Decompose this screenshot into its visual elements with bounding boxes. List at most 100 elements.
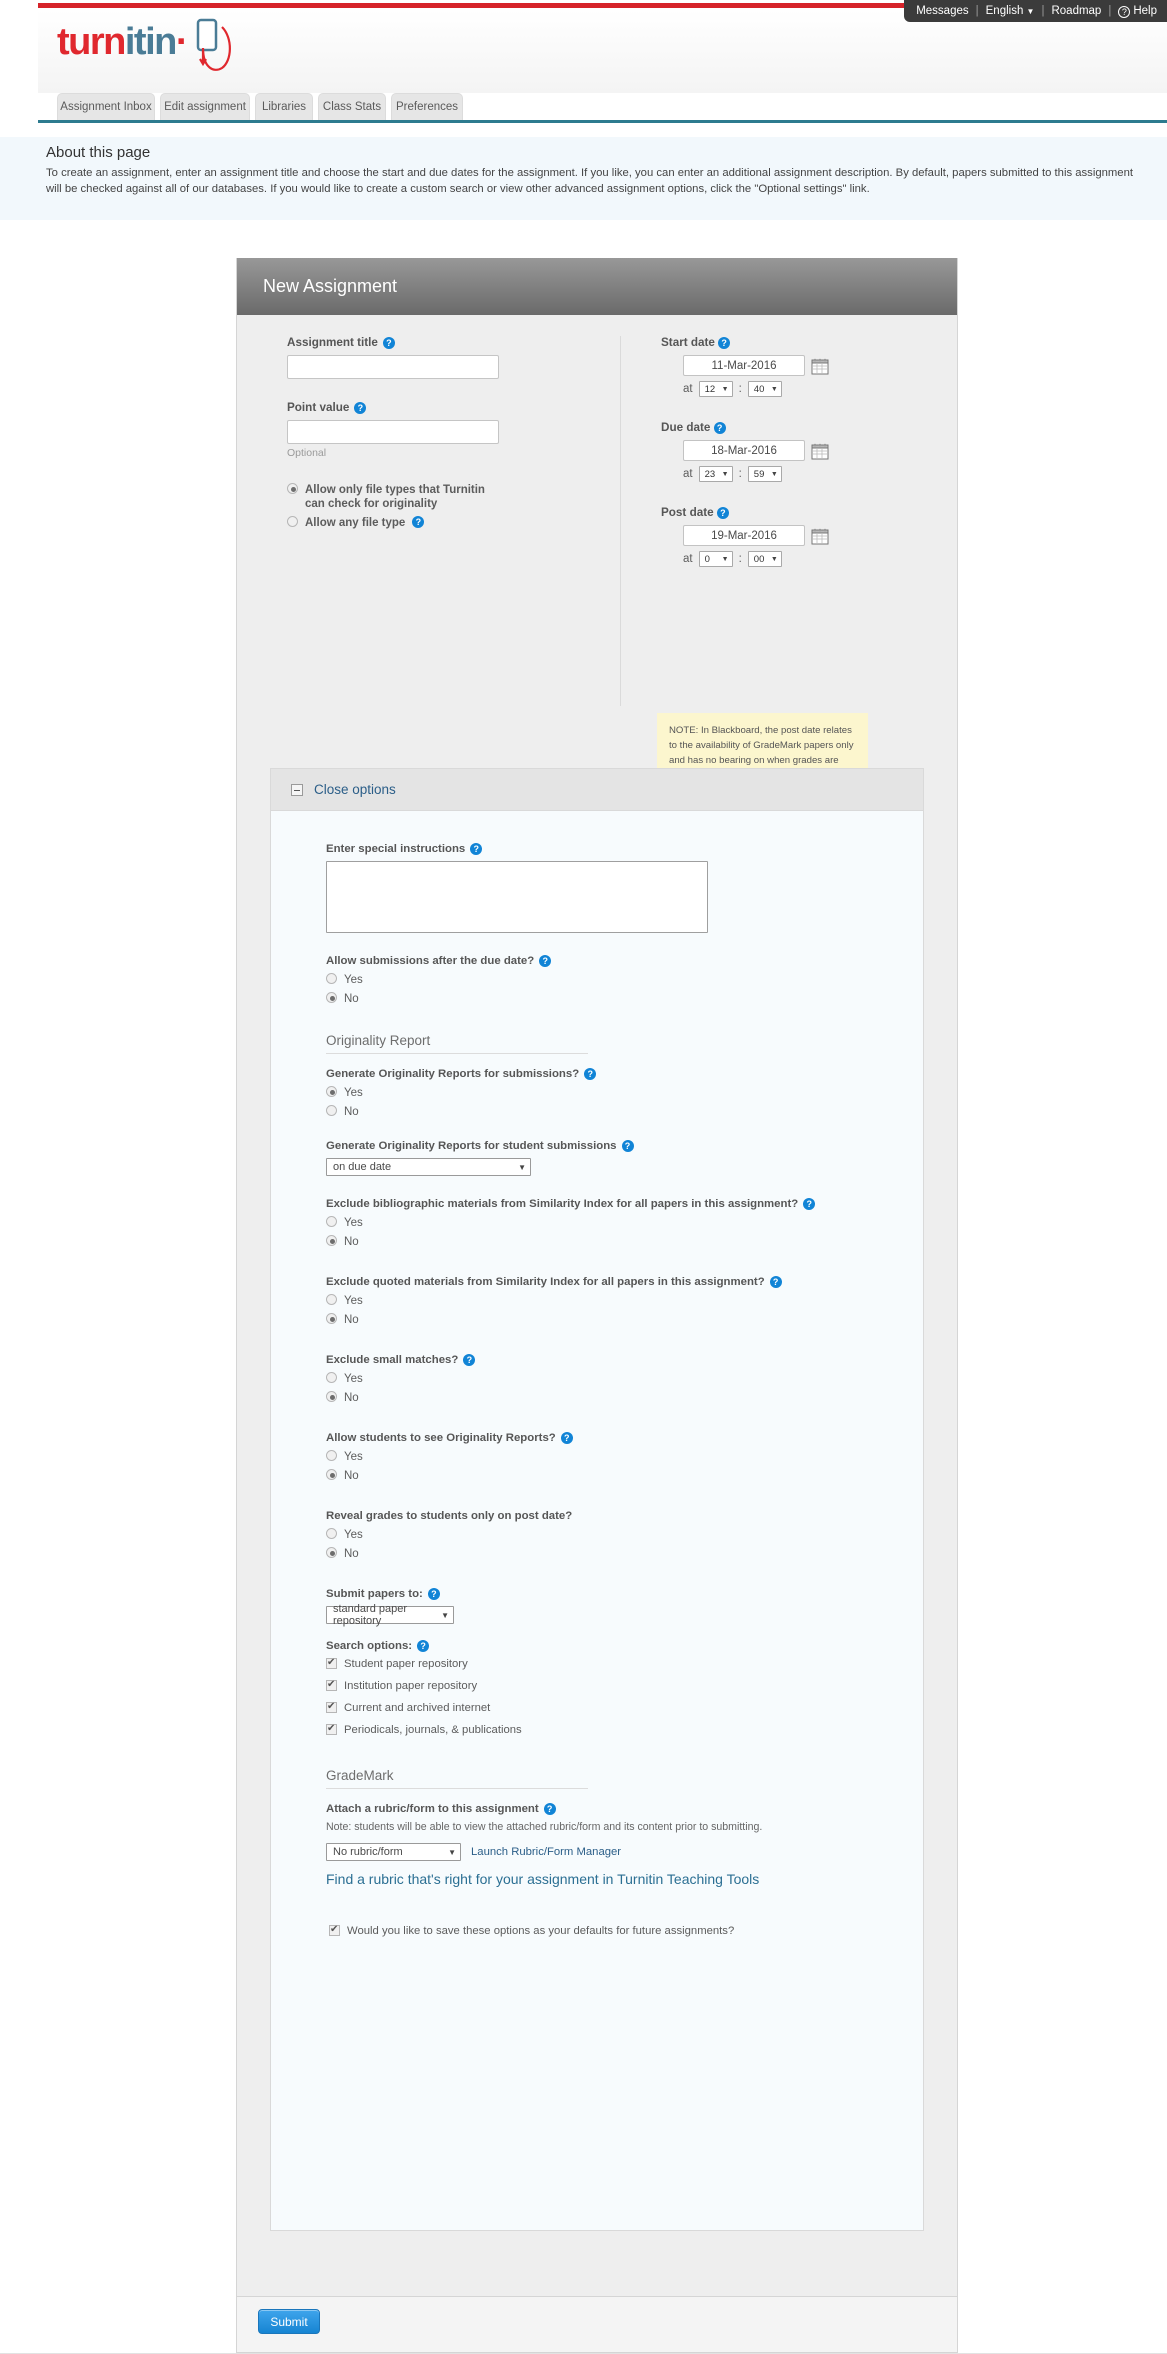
point-value-input[interactable] [287, 420, 499, 444]
collapse-minus-icon[interactable] [291, 783, 303, 796]
primary-tabs: Assignment Inbox Edit assignment Librari… [38, 93, 1167, 122]
special-instructions-textarea[interactable] [326, 861, 708, 933]
launch-rubric-manager-link[interactable]: Launch Rubric/Form Manager [471, 1846, 621, 1858]
close-options-header[interactable]: Close options [271, 769, 923, 811]
radio-icon[interactable] [326, 1547, 337, 1558]
radio-icon[interactable] [287, 516, 298, 527]
help-icon[interactable]: ? [539, 955, 552, 967]
radio-icon[interactable] [326, 1313, 337, 1324]
search-option-internet-label: Current and archived internet [344, 1702, 491, 1714]
radio-icon[interactable] [326, 1528, 337, 1539]
checkbox-icon[interactable] [329, 1924, 340, 1936]
nav-roadmap-link[interactable]: Roadmap [1051, 5, 1101, 17]
submit-papers-to-select[interactable]: standard paper repository ▼ [326, 1603, 454, 1627]
help-icon[interactable]: ? [354, 401, 367, 414]
search-option-student-repo[interactable]: Student paper repository [326, 1657, 923, 1670]
help-icon[interactable]: ? [803, 1198, 816, 1210]
help-icon[interactable]: ? [621, 1140, 634, 1152]
radio-icon[interactable] [326, 1086, 337, 1097]
allow-late-yes[interactable]: Yes [326, 973, 923, 987]
turnitin-logo[interactable]: turnitin· [57, 21, 189, 64]
rubric-select[interactable]: No rubric/form ▼ [326, 1843, 461, 1861]
exclude-quoted-no[interactable]: No [326, 1313, 923, 1327]
exclude-small-no[interactable]: No [326, 1391, 923, 1405]
help-icon[interactable]: ? [412, 516, 425, 528]
tab-assignment-inbox[interactable]: Assignment Inbox [57, 93, 155, 120]
file-type-option-any[interactable]: Allow any file type ? [287, 516, 587, 530]
help-icon[interactable]: ? [560, 1432, 573, 1444]
optional-settings-panel: Close options Enter special instructions… [270, 768, 924, 2231]
exclude-biblio-no[interactable]: No [326, 1235, 923, 1249]
exclude-biblio-yes[interactable]: Yes [326, 1216, 923, 1230]
checkbox-icon[interactable] [326, 1679, 337, 1691]
help-icon[interactable]: ? [769, 1276, 782, 1288]
radio-icon[interactable] [326, 1372, 337, 1383]
submit-button[interactable]: Submit [258, 2309, 320, 2334]
post-date-input[interactable]: 19-Mar-2016 [683, 525, 805, 546]
checkbox-icon[interactable] [326, 1701, 337, 1713]
search-option-institution-repo[interactable]: Institution paper repository [326, 1679, 923, 1692]
radio-icon[interactable] [326, 1235, 337, 1246]
help-icon[interactable]: ? [382, 336, 395, 349]
search-option-internet[interactable]: Current and archived internet [326, 1701, 923, 1714]
generate-reports-yes[interactable]: Yes [326, 1086, 923, 1100]
generate-reports-no[interactable]: No [326, 1105, 923, 1119]
exclude-quoted-yes[interactable]: Yes [326, 1294, 923, 1308]
nav-messages-link[interactable]: Messages [916, 5, 968, 17]
students-see-reports-no[interactable]: No [326, 1469, 923, 1483]
tab-edit-assignment[interactable]: Edit assignment [160, 93, 250, 120]
file-type-option-restricted[interactable]: Allow only file types that Turnitin can … [287, 483, 587, 511]
allow-late-no[interactable]: No [326, 992, 923, 1006]
radio-icon[interactable] [326, 1105, 337, 1116]
about-this-page-banner: About this page To create an assignment,… [0, 137, 1167, 220]
find-rubric-link[interactable]: Find a rubric that's right for your assi… [326, 1871, 923, 1887]
help-icon[interactable]: ? [718, 337, 731, 349]
radio-icon[interactable] [326, 973, 337, 984]
help-icon[interactable]: ? [470, 843, 483, 855]
help-icon[interactable]: ? [584, 1068, 597, 1080]
calendar-icon[interactable] [811, 442, 829, 460]
nav-language-link[interactable]: English ▼ [986, 5, 1035, 17]
radio-icon[interactable] [326, 1294, 337, 1305]
calendar-icon[interactable] [811, 527, 829, 545]
help-icon[interactable]: ? [716, 507, 729, 519]
help-icon[interactable]: ? [543, 1803, 556, 1815]
radio-icon[interactable] [326, 1469, 337, 1480]
search-option-periodicals[interactable]: Periodicals, journals, & publications [326, 1723, 923, 1736]
help-icon[interactable]: ? [463, 1354, 476, 1366]
tab-libraries[interactable]: Libraries [255, 93, 313, 120]
students-see-reports-yes[interactable]: Yes [326, 1450, 923, 1464]
save-defaults-row[interactable]: Would you like to save these options as … [329, 1924, 923, 1937]
checkbox-icon[interactable] [326, 1723, 337, 1735]
help-icon[interactable]: ? [427, 1588, 440, 1600]
post-hour-select[interactable]: 0 ▼ [698, 551, 733, 567]
tab-preferences[interactable]: Preferences [391, 93, 463, 120]
reveal-grades-no[interactable]: No [326, 1547, 923, 1561]
radio-icon[interactable] [326, 1216, 337, 1227]
post-minute-select[interactable]: 00 ▼ [747, 551, 782, 567]
checkbox-icon[interactable] [326, 1657, 337, 1669]
exclude-small-yes[interactable]: Yes [326, 1372, 923, 1386]
start-hour-select[interactable]: 12 ▼ [698, 381, 733, 397]
start-minute-select[interactable]: 40 ▼ [747, 381, 782, 397]
help-icon[interactable]: ? [417, 1640, 430, 1652]
search-option-institution-repo-label: Institution paper repository [344, 1680, 478, 1692]
generate-student-select[interactable]: on due date ▼ [326, 1158, 531, 1176]
due-date-input[interactable]: 18-Mar-2016 [683, 440, 805, 461]
assignment-title-input[interactable] [287, 355, 499, 379]
radio-icon[interactable] [326, 992, 337, 1003]
radio-icon[interactable] [326, 1391, 337, 1402]
due-hour-select[interactable]: 23 ▼ [698, 466, 733, 482]
help-icon[interactable]: ? [713, 422, 726, 434]
students-see-reports-label: Allow students to see Originality Report… [326, 1432, 923, 1444]
due-minute-select[interactable]: 59 ▼ [747, 466, 782, 482]
start-date-input[interactable]: 11-Mar-2016 [683, 355, 805, 376]
exclude-small-no-label: No [344, 1392, 359, 1404]
radio-icon[interactable] [326, 1450, 337, 1461]
reveal-grades-yes[interactable]: Yes [326, 1528, 923, 1542]
calendar-icon[interactable] [811, 357, 829, 375]
nav-help-link[interactable]: ? Help [1118, 5, 1157, 18]
tab-class-stats[interactable]: Class Stats [318, 93, 386, 120]
close-options-label[interactable]: Close options [314, 782, 396, 797]
radio-icon[interactable] [287, 483, 298, 494]
